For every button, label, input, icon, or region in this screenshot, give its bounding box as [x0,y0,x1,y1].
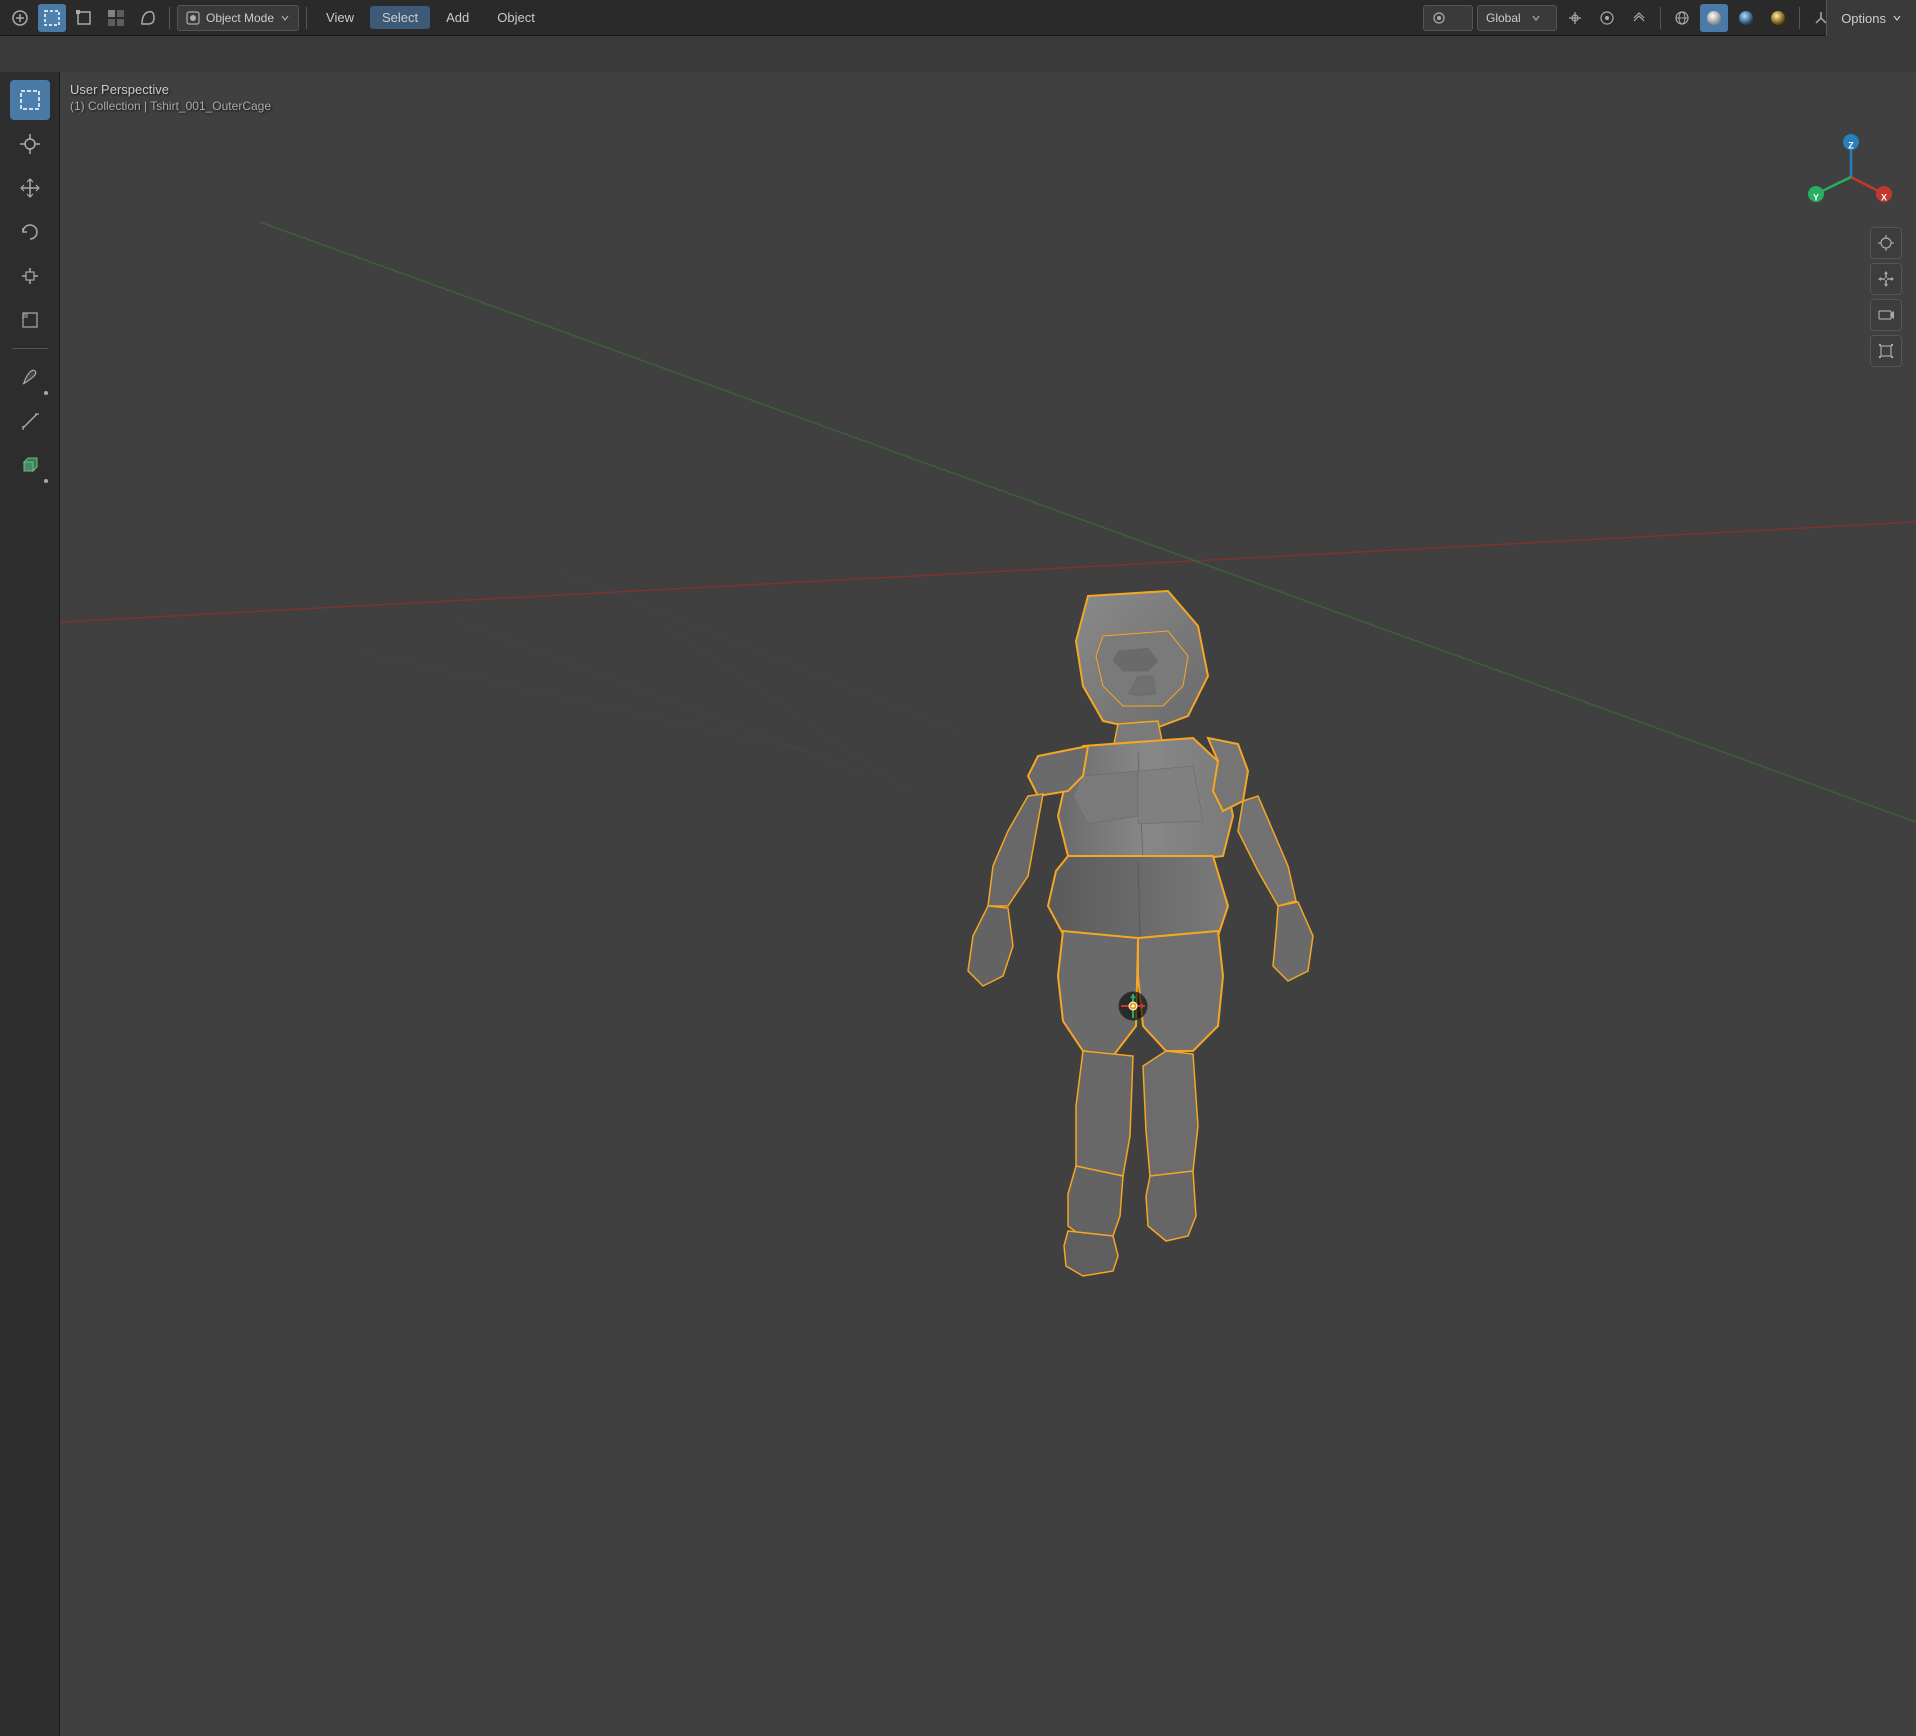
axis-gizmo[interactable]: Z X Y [1806,132,1896,222]
pan-btn[interactable] [1870,263,1902,295]
separator-4 [1799,7,1800,29]
svg-text:X: X [1881,192,1887,202]
transform-pivot-dropdown[interactable] [1423,5,1473,31]
tool-measure[interactable] [10,401,50,441]
tool-annotate[interactable] [10,357,50,397]
select-box-btn[interactable] [38,4,66,32]
viewport-solid-btn[interactable] [1700,4,1728,32]
tool-move[interactable] [10,168,50,208]
tool-separator [12,348,48,349]
tweak-tool-btn[interactable] [6,4,34,32]
viewport-info: User Perspective (1) Collection | Tshirt… [70,82,271,113]
tool-transform[interactable] [10,300,50,340]
tool-sub-dot-2 [44,479,48,483]
transform-orientation-dropdown[interactable]: Global [1477,5,1557,31]
viewport[interactable]: User Perspective (1) Collection | Tshirt… [60,72,1916,1736]
tool-cursor[interactable] [10,124,50,164]
right-gizmos [1870,227,1902,367]
snap-toggle-btn[interactable] [1561,4,1589,32]
perspective-label: User Perspective [70,82,271,97]
svg-text:Y: Y [1813,192,1819,202]
menu-view[interactable]: View [314,6,366,29]
zoom-extent-btn[interactable] [1870,227,1902,259]
separator-2 [306,7,307,29]
character-mesh [928,576,1328,1396]
viewport-material-btn[interactable] [1732,4,1760,32]
top-toolbar: Object Mode View Select Add Object Globa… [0,0,1916,36]
transform-gizmo [1119,992,1147,1020]
select-lasso2-btn[interactable] [134,4,162,32]
menu-select[interactable]: Select [370,6,430,29]
mode-dropdown[interactable]: Object Mode [177,5,299,31]
svg-text:Z: Z [1848,140,1854,150]
viewport-rendered-btn[interactable] [1764,4,1792,32]
mode-label: Object Mode [206,11,274,25]
persp-ortho-btn[interactable] [1870,335,1902,367]
menu-object[interactable]: Object [485,6,547,29]
left-toolbar [0,72,60,1736]
camera-view-btn[interactable] [1870,299,1902,331]
collection-label: (1) Collection | Tshirt_001_OuterCage [70,99,271,113]
proportional-edit-btn[interactable] [1593,4,1621,32]
menu-add[interactable]: Add [434,6,481,29]
options-btn[interactable]: Options [1826,0,1916,36]
tool-select-box[interactable] [10,80,50,120]
select-lasso-btn[interactable] [102,4,130,32]
transform-snap-btn[interactable] [1625,4,1653,32]
tool-add-object[interactable] [10,445,50,485]
tool-scale[interactable] [10,256,50,296]
separator-1 [169,7,170,29]
tool-sub-dot [44,391,48,395]
tool-rotate[interactable] [10,212,50,252]
separator-3 [1660,7,1661,29]
toolbar-right: Global [1423,4,1910,32]
viewport-wire-btn[interactable] [1668,4,1696,32]
select-circle-btn[interactable] [70,4,98,32]
